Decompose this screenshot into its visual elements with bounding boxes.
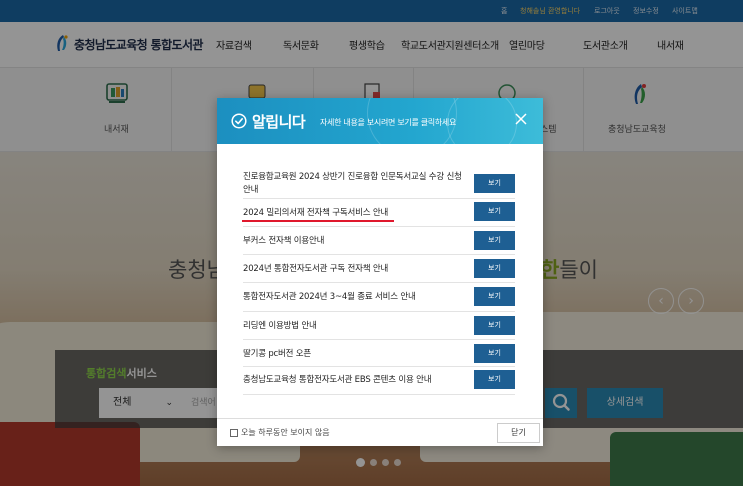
hide-today-checkbox[interactable] [230, 429, 238, 437]
notice-title[interactable]: 리딩엔 이용방법 안내 [243, 320, 463, 333]
view-button[interactable]: 보기 [474, 174, 515, 193]
notice-item[interactable]: 2024 밀리의서재 전자책 구독서비스 안내 보기 [242, 199, 515, 227]
notice-title[interactable]: 충청남도교육청 통합전자도서관 EBS 콘텐츠 이용 안내 [243, 374, 463, 387]
notice-item[interactable]: 부커스 전자책 이용안내 보기 [243, 227, 515, 255]
modal-title: 알립니다 [252, 113, 306, 131]
view-button[interactable]: 보기 [474, 231, 515, 250]
notice-item[interactable]: 통합전자도서관 2024년 3~4월 종료 서비스 안내 보기 [243, 283, 515, 312]
notice-item[interactable]: 2024년 통합전자도서관 구독 전자책 안내 보기 [243, 255, 515, 283]
modal-header: 알립니다 자세한 내용을 보시려면 보기를 클릭하세요 [217, 98, 543, 144]
highlight-underline [242, 220, 394, 222]
notice-item[interactable]: 진로융합교육원 2024 상반기 진로융합 인문독서교실 수강 신청 안내 보기 [243, 169, 515, 199]
notice-title[interactable]: 진로융합교육원 2024 상반기 진로융합 인문독서교실 수강 신청 안내 [243, 171, 463, 197]
hide-today-label[interactable]: 오늘 하루동안 보이지 않음 [241, 427, 330, 438]
notice-item[interactable]: 딸기콩 pc버전 오픈 보기 [243, 340, 515, 367]
header-decoration [447, 98, 517, 144]
view-button[interactable]: 보기 [474, 344, 515, 363]
modal-footer: 오늘 하루동안 보이지 않음 닫기 [217, 418, 543, 446]
view-button[interactable]: 보기 [474, 202, 515, 221]
close-icon[interactable] [514, 112, 528, 126]
view-button[interactable]: 보기 [474, 287, 515, 306]
view-button[interactable]: 보기 [474, 259, 515, 278]
notice-title[interactable]: 딸기콩 pc버전 오픈 [243, 348, 463, 361]
close-button[interactable]: 닫기 [497, 423, 540, 443]
notice-title[interactable]: 부커스 전자책 이용안내 [243, 235, 463, 248]
notice-item[interactable]: 충청남도교육청 통합전자도서관 EBS 콘텐츠 이용 안내 보기 [243, 367, 515, 395]
notice-item[interactable]: 리딩엔 이용방법 안내 보기 [243, 312, 515, 340]
notice-title[interactable]: 통합전자도서관 2024년 3~4월 종료 서비스 안내 [243, 291, 463, 304]
view-button[interactable]: 보기 [474, 370, 515, 389]
notice-title[interactable]: 2024 밀리의서재 전자책 구독서비스 안내 [243, 207, 463, 220]
modal-subtitle: 자세한 내용을 보시려면 보기를 클릭하세요 [320, 118, 457, 127]
view-button[interactable]: 보기 [474, 316, 515, 335]
check-circle-icon [231, 113, 247, 129]
notice-modal: 알립니다 자세한 내용을 보시려면 보기를 클릭하세요 진로융합교육원 2024… [217, 98, 543, 446]
notice-title[interactable]: 2024년 통합전자도서관 구독 전자책 안내 [243, 263, 463, 276]
